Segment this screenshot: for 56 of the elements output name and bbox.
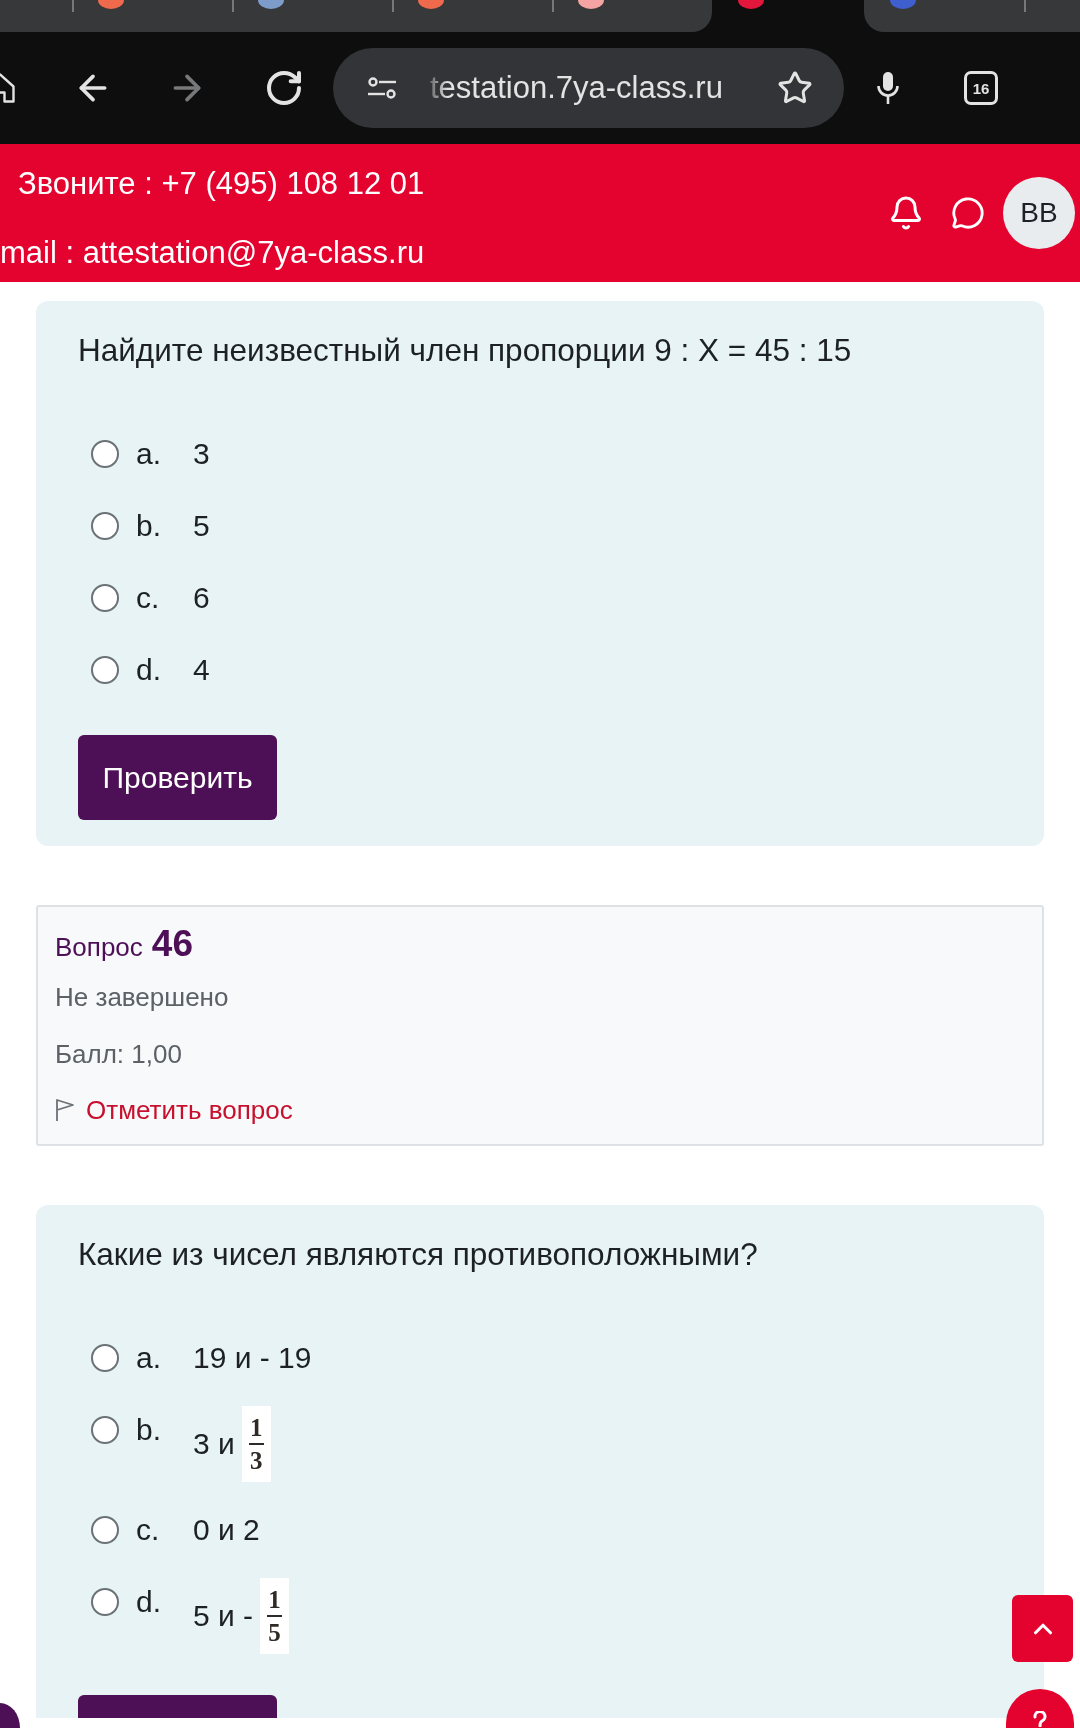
flag-icon	[55, 1098, 75, 1122]
option-text: 5	[193, 512, 210, 540]
radio-button[interactable]	[91, 1344, 119, 1372]
option-text: 4	[193, 656, 210, 684]
option-text: 3 и	[193, 1430, 235, 1458]
fraction-numerator: 1	[268, 1585, 281, 1615]
star-icon[interactable]	[777, 70, 813, 106]
radio-button[interactable]	[91, 440, 119, 468]
tab-count-button[interactable]: 16	[964, 71, 998, 105]
fraction-numerator: 1	[250, 1413, 263, 1443]
radio-button[interactable]	[91, 512, 119, 540]
radio-button[interactable]	[91, 1416, 119, 1444]
option-text: 3	[193, 440, 210, 468]
option-letter: b.	[136, 512, 163, 540]
question-text: Какие из чисел являются противоположными?	[78, 1235, 759, 1273]
question-score: Балл: 1,00	[55, 1039, 182, 1069]
option-letter: c.	[136, 1516, 161, 1544]
fraction-denominator: 3	[250, 1446, 263, 1476]
option-text: 19 и - 19	[193, 1344, 312, 1372]
browser-tab[interactable]	[552, 0, 712, 32]
question-number: 46	[151, 922, 193, 966]
option-text: 6	[193, 584, 210, 612]
phone-text: Звоните : +7 (495) 108 12 01	[18, 166, 425, 202]
scroll-to-top-button[interactable]	[1012, 1595, 1073, 1662]
question-label: Вопрос	[55, 931, 143, 964]
option-text: 0 и 2	[193, 1516, 260, 1544]
option-text: 5 и -	[193, 1602, 254, 1630]
bell-icon[interactable]	[888, 195, 924, 231]
option-letter: a.	[136, 1344, 163, 1372]
fraction-denominator: 5	[268, 1618, 281, 1648]
address-bar[interactable]: testation.7ya-class.ru	[333, 48, 844, 128]
help-button[interactable]	[1006, 1689, 1074, 1728]
microphone-icon[interactable]	[876, 71, 900, 105]
option-letter: d.	[136, 656, 163, 684]
sliders-icon[interactable]	[368, 77, 396, 99]
home-icon[interactable]	[0, 70, 18, 106]
chat-bubble-icon[interactable]	[951, 196, 985, 230]
flag-question-link[interactable]: Отметить вопрос	[55, 1095, 293, 1125]
check-button[interactable]: Проверить	[78, 735, 277, 820]
email-text: mail : attestation@7ya-class.ru	[0, 235, 425, 271]
user-avatar[interactable]: BB	[1003, 177, 1075, 249]
option-letter: c.	[136, 584, 161, 612]
help-icon	[1033, 1711, 1047, 1727]
check-button[interactable]	[78, 1695, 277, 1718]
question-status: Не завершено	[55, 982, 229, 1012]
option-letter: a.	[136, 440, 163, 468]
reload-icon[interactable]	[264, 68, 304, 108]
radio-button[interactable]	[91, 584, 119, 612]
option-letter: b.	[136, 1416, 163, 1444]
option-letter: d.	[136, 1588, 163, 1616]
radio-button[interactable]	[91, 1516, 119, 1544]
question-text: Найдите неизвестный член пропорции 9 : X = 45 : 15	[78, 331, 853, 369]
url-text[interactable]: testation.7ya-class.ru	[430, 70, 777, 106]
drawer-toggle-button[interactable]	[0, 1703, 20, 1728]
radio-button[interactable]	[91, 1588, 119, 1616]
radio-button[interactable]	[91, 656, 119, 684]
